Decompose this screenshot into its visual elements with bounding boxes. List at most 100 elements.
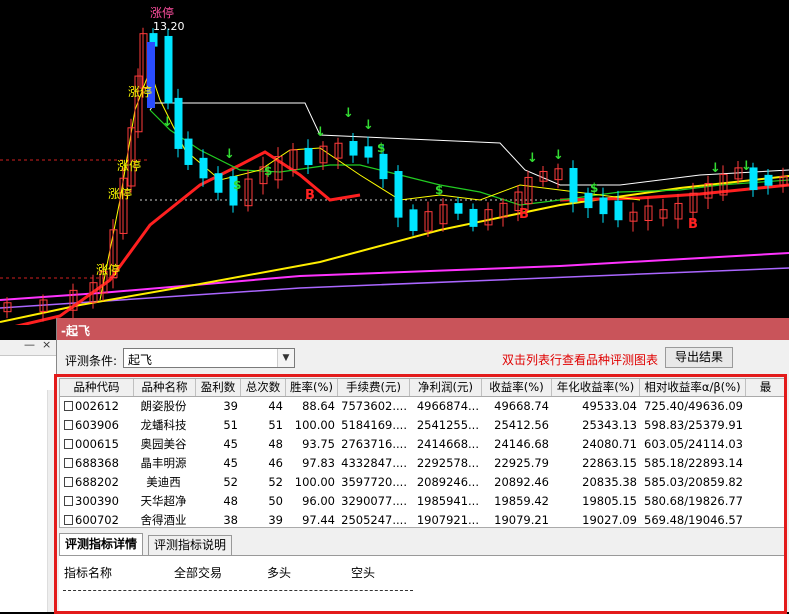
buy-signal-icon: B: [688, 217, 698, 232]
table-cell: 96.00: [302, 494, 335, 508]
candle-body: [599, 197, 608, 215]
chevron-down-icon[interactable]: ▼: [277, 349, 294, 367]
table-cell: 3290077....: [341, 494, 407, 508]
sell-arrow-icon: ↓: [363, 118, 374, 133]
tab-metric-details[interactable]: 评测指标详情: [59, 533, 144, 555]
table-cell: 49668.74: [494, 399, 549, 413]
table-cell: 45: [223, 456, 238, 470]
tab-metric-explanation[interactable]: 评测指标说明: [148, 535, 233, 555]
table-cell: 000615: [75, 437, 119, 451]
candle-body: [764, 174, 773, 186]
table-cell: 44: [268, 399, 283, 413]
dollar-signal-icon: $: [435, 183, 443, 197]
table-cell: 580.68/19826.77: [644, 494, 743, 508]
table-cell: 2505247....: [341, 513, 407, 527]
table-cell: 4332847....: [341, 456, 407, 470]
table-cell: 51: [223, 418, 238, 432]
minimize-icon[interactable]: —: [24, 338, 35, 351]
sell-arrow-icon: ↓: [527, 151, 538, 166]
export-results-button[interactable]: 导出结果: [665, 347, 733, 368]
table-cell: 100.00: [294, 475, 335, 489]
table-cell: 19805.15: [582, 494, 637, 508]
results-table[interactable]: 品种代码 品种名称 盈利数 总次数 胜率(%) 手续费(元) 净利润(元) 收益率(%) 年化收…: [59, 378, 785, 528]
table-cell: 300390: [75, 494, 119, 508]
table-cell: 93.75: [302, 437, 335, 451]
table-row[interactable]: 600702 舍得酒业 38 39 97.44 2505247.... 1907921...…: [60, 511, 784, 527]
table-row[interactable]: 603906 龙蟠科技 51 51 100.00 5184169.... 2541255..…: [60, 416, 784, 435]
column-header[interactable]: 总次数: [241, 379, 286, 396]
column-header[interactable]: 胜率(%): [286, 379, 338, 396]
column-header[interactable]: 盈利数: [196, 379, 241, 396]
table-cell: 50: [268, 494, 283, 508]
candle-body: [174, 97, 183, 149]
limit-up-label-2: 涨停: [117, 158, 141, 173]
backtest-result-dialog: -起飞 评测条件: 起飞 ▼ 双击列表行查看品种评测图表 导出结果 品种代码 品种…: [54, 318, 789, 614]
metric-details-panel: 指标名称 全部交易 多头 空头: [59, 556, 785, 612]
table-cell: 97.83: [302, 456, 335, 470]
condition-select-value: 起飞: [128, 353, 153, 367]
dollar-signal-icon: $: [264, 164, 272, 178]
table-cell: 19859.42: [494, 494, 549, 508]
table-cell: 22925.79: [494, 456, 549, 470]
table-row[interactable]: 300390 天华超净 48 50 96.00 3290077.... 1985941...…: [60, 492, 784, 511]
table-row[interactable]: 688202 美迪西 52 52 100.00 3597720.... 2089246...…: [60, 473, 784, 492]
sell-arrow-icon: ↓: [710, 161, 721, 176]
table-cell: 奥园美谷: [140, 437, 187, 451]
table-cell: 002612: [75, 399, 119, 413]
column-header[interactable]: 品种名称: [134, 379, 196, 396]
details-header-metric: 指标名称: [64, 566, 113, 580]
ma-line-white: [149, 102, 789, 186]
table-cell: 88.64: [302, 399, 335, 413]
stock-candlestick-chart[interactable]: ↓↓↓↓↓↓ ↓↓ ↓$$$$ $BBB 涨停 13.20 涨停 涨停 涨停 涨停: [0, 0, 789, 325]
candle-body: [394, 171, 403, 218]
condition-select[interactable]: 起飞 ▼: [123, 348, 295, 368]
column-header[interactable]: 最: [746, 379, 784, 396]
dollar-signal-icon: $: [233, 178, 241, 192]
table-cell: 1985941...: [416, 494, 479, 508]
table-cell: 19027.09: [582, 513, 637, 527]
table-cell: 1907921...: [416, 513, 479, 527]
left-panel-scrollbar[interactable]: [47, 390, 56, 612]
table-cell: 19079.21: [494, 513, 549, 527]
details-divider: [63, 590, 413, 591]
limit-up-label-4: 涨停: [96, 262, 120, 277]
table-cell: 100.00: [294, 418, 335, 432]
table-cell: 2541255...: [416, 418, 479, 432]
table-cell: 20892.46: [494, 475, 549, 489]
table-cell: 39: [268, 513, 283, 527]
sell-arrow-icon: ↓: [741, 159, 752, 174]
condition-label: 评测条件:: [65, 354, 118, 368]
candle-body: [349, 141, 358, 156]
table-cell: 20835.38: [582, 475, 637, 489]
buy-signal-icon: B: [519, 207, 529, 222]
column-header[interactable]: 收益率(%): [482, 379, 552, 396]
left-panel-header: — ×: [0, 338, 56, 356]
table-cell: 25412.56: [494, 418, 549, 432]
details-header-all: 全部交易: [174, 566, 223, 580]
sell-arrow-icon: ↓: [162, 115, 173, 130]
table-cell: 晶丰明源: [140, 456, 187, 470]
dollar-signal-icon: $: [590, 181, 598, 195]
table-cell: 97.44: [302, 513, 335, 527]
close-icon[interactable]: ×: [42, 338, 51, 351]
table-cell: 49533.04: [582, 399, 637, 413]
column-header[interactable]: 手续费(元): [338, 379, 410, 396]
column-header[interactable]: 相对收益率α/β(%): [640, 379, 746, 396]
buy-signal-icon: B: [305, 188, 315, 203]
column-header[interactable]: 净利润(元): [410, 379, 482, 396]
dialog-titlebar[interactable]: -起飞: [57, 318, 789, 340]
table-cell: 48: [223, 494, 238, 508]
table-cell: 48: [268, 437, 283, 451]
column-header[interactable]: 品种代码: [60, 379, 134, 396]
candle-body: [409, 209, 418, 232]
detail-tabs: 评测指标详情 评测指标说明: [59, 533, 785, 556]
sell-arrow-icon: ↓: [315, 125, 326, 140]
table-cell: 569.48/19046.57: [644, 513, 743, 527]
table-row[interactable]: 000615 奥园美谷 45 48 93.75 2763716.... 2414668...…: [60, 435, 784, 454]
price-high-label: 13.20: [153, 20, 185, 33]
table-row[interactable]: 688368 晶丰明源 45 46 97.83 4332847.... 2292578...…: [60, 454, 784, 473]
table-cell: 5184169....: [341, 418, 407, 432]
table-row[interactable]: 002612 朗姿股份 39 44 88.64 7573602.... 4966874...…: [60, 397, 784, 416]
column-header[interactable]: 年化收益率(%): [552, 379, 640, 396]
table-cell: 38: [223, 513, 238, 527]
